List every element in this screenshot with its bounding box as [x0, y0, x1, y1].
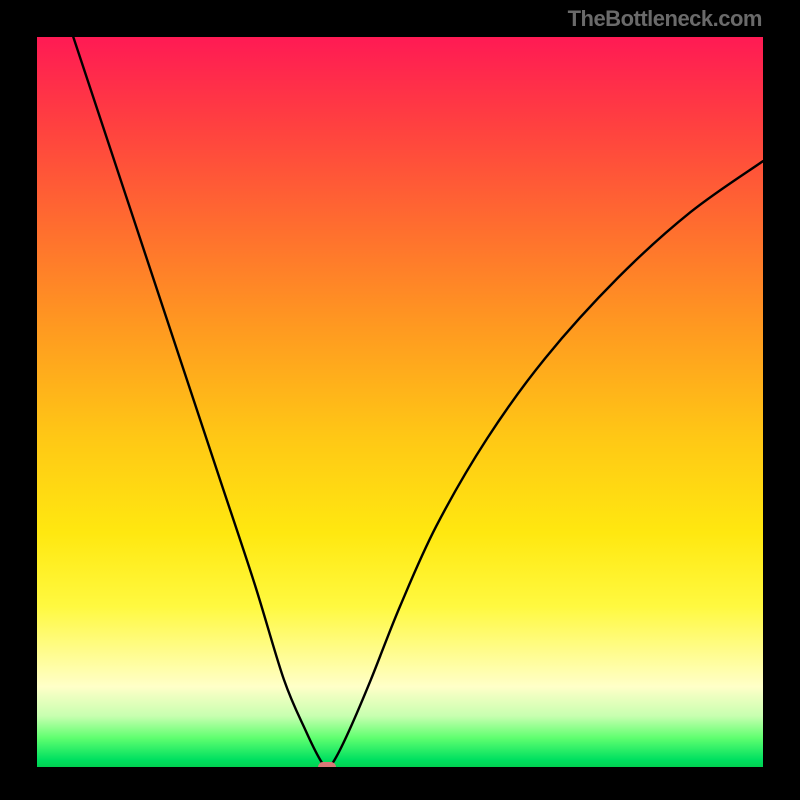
watermark-label: TheBottleneck.com	[568, 6, 762, 32]
plot-area	[37, 37, 763, 767]
bottleneck-curve	[37, 37, 763, 767]
chart-frame: TheBottleneck.com	[0, 0, 800, 800]
minimum-marker	[318, 762, 336, 767]
curve-svg	[37, 37, 763, 767]
